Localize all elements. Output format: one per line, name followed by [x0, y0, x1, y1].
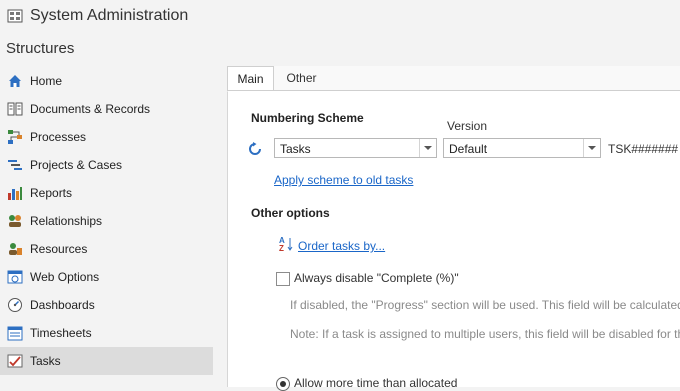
sidebar-item-label: Web Options	[30, 270, 100, 284]
numbering-scheme-heading: Numbering Scheme	[251, 111, 364, 125]
projects-icon	[8, 160, 22, 170]
apply-scheme-link[interactable]: Apply scheme to old tasks	[274, 173, 413, 187]
numbering-scheme-select[interactable]: Tasks	[274, 138, 437, 158]
chevron-down-icon[interactable]	[583, 139, 600, 157]
sidebar-item-label: Resources	[30, 242, 88, 256]
web-options-icon	[7, 270, 23, 284]
numbering-scheme-value: Tasks	[280, 142, 311, 156]
title-bar: System Administration	[0, 0, 680, 34]
window-title: System Administration	[30, 7, 189, 24]
sidebar-item-label: Dashboards	[30, 298, 95, 312]
sidebar-item-projects-cases[interactable]: Projects & Cases	[0, 151, 215, 179]
sidebar-item-label: Timesheets	[30, 326, 92, 340]
sidebar-item-label: Relationships	[30, 214, 103, 228]
version-label: Version	[447, 119, 488, 133]
sidebar-item-label: Reports	[30, 186, 73, 200]
sidebar-item-label: Documents & Records	[30, 102, 151, 116]
tab-other[interactable]: Other	[279, 66, 324, 90]
always-disable-complete-label: Always disable "Complete (%)"	[294, 271, 459, 285]
other-options-heading: Other options	[251, 206, 330, 220]
sidebar-item-label: Home	[30, 74, 63, 88]
refresh-icon[interactable]	[248, 142, 262, 156]
version-value: Default	[449, 142, 488, 156]
relationships-icon	[9, 215, 21, 227]
sidebar: Home Documents & Records Processes Proje…	[0, 67, 215, 375]
sidebar-item-documents-records[interactable]: Documents & Records	[0, 95, 215, 123]
sidebar-item-dashboards[interactable]: Dashboards	[0, 291, 215, 319]
sidebar-item-timesheets[interactable]: Timesheets	[0, 319, 215, 347]
sidebar-item-label: Tasks	[30, 354, 61, 368]
version-select[interactable]: Default	[443, 138, 601, 158]
timesheets-icon	[7, 326, 23, 341]
sidebar-item-home[interactable]: Home	[0, 67, 215, 95]
resources-icon	[9, 243, 22, 255]
sidebar-item-label: Projects & Cases	[30, 158, 123, 172]
tab-main[interactable]: Main	[227, 66, 274, 92]
order-tasks-link[interactable]: Order tasks by...	[298, 239, 385, 253]
chevron-down-icon[interactable]	[419, 139, 436, 157]
sidebar-item-web-options[interactable]: Web Options	[0, 263, 215, 291]
sort-az-icon[interactable]: A Z	[278, 236, 294, 252]
reports-icon	[8, 187, 22, 200]
dashboards-icon	[8, 298, 22, 312]
sidebar-item-reports[interactable]: Reports	[0, 179, 215, 207]
home-icon	[9, 75, 21, 87]
tasks-icon	[7, 354, 23, 368]
processes-icon	[8, 130, 22, 144]
system-admin-icon	[7, 9, 23, 23]
section-title: Structures	[6, 40, 75, 57]
svg-text:Z: Z	[279, 244, 284, 252]
multiple-users-note: Note: If a task is assigned to multiple …	[290, 327, 680, 341]
allow-more-time-radio[interactable]	[276, 377, 290, 391]
documents-icon	[7, 102, 23, 116]
main-panel: Numbering Scheme Version Tasks Default T…	[228, 91, 680, 391]
numbering-pattern: TSK#######	[608, 142, 679, 156]
sidebar-item-resources[interactable]: Resources	[0, 235, 215, 263]
progress-note: If disabled, the "Progress" section will…	[290, 298, 680, 312]
sidebar-item-tasks[interactable]: Tasks	[0, 347, 213, 375]
sidebar-item-label: Processes	[30, 130, 87, 144]
sidebar-item-relationships[interactable]: Relationships	[0, 207, 215, 235]
sidebar-item-processes[interactable]: Processes	[0, 123, 215, 151]
always-disable-complete-checkbox[interactable]	[276, 272, 290, 286]
allow-more-time-label: Allow more time than allocated	[294, 376, 458, 390]
